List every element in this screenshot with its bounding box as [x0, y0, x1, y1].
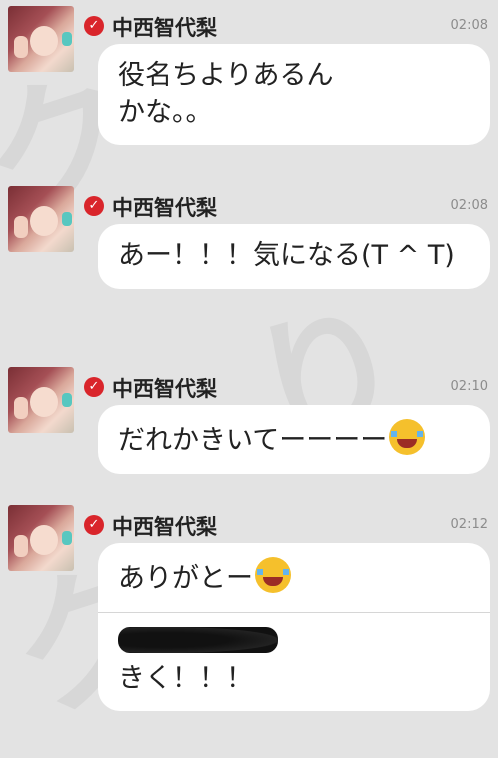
message-bubble[interactable]: ありがとー きく！！！: [98, 543, 490, 712]
redacted-scribble: [118, 626, 278, 653]
message-text: あー！！！気になる(T ^ T): [118, 240, 455, 271]
message-part: ありがとー: [98, 543, 490, 612]
sender-name: 中西智代梨: [112, 196, 217, 220]
sender-name: 中西智代梨: [112, 377, 217, 401]
message-time: 02:08: [450, 18, 488, 33]
avatar[interactable]: [8, 367, 74, 433]
check-icon: ✓: [84, 377, 104, 397]
message-text: きく！！！: [118, 662, 253, 694]
quoted-part: きく！！！: [98, 613, 490, 712]
check-icon: ✓: [84, 515, 104, 535]
message-time: 02:10: [450, 379, 488, 394]
avatar[interactable]: [8, 186, 74, 252]
check-icon: ✓: [84, 16, 104, 36]
message-bubble[interactable]: あー！！！気になる(T ^ T): [98, 224, 490, 289]
check-icon: ✓: [84, 196, 104, 216]
face-with-tears-of-joy-icon: [255, 557, 291, 593]
message-time: 02:08: [450, 198, 488, 213]
message-time: 02:12: [450, 517, 488, 532]
message-bubble[interactable]: 役名ちよりあるんかな。。: [98, 44, 490, 146]
avatar[interactable]: [8, 6, 74, 72]
message-bubble[interactable]: だれかきいてーーーー: [98, 405, 490, 474]
sender-name: 中西智代梨: [112, 16, 217, 40]
message-text: 役名ちよりあるんかな。。: [118, 60, 334, 128]
message-text: ありがとー: [118, 563, 253, 594]
sender-name: 中西智代梨: [112, 515, 217, 539]
face-with-tears-of-joy-icon: [389, 419, 426, 455]
avatar[interactable]: [8, 505, 74, 571]
message-text: だれかきいてーーーー: [118, 425, 388, 456]
